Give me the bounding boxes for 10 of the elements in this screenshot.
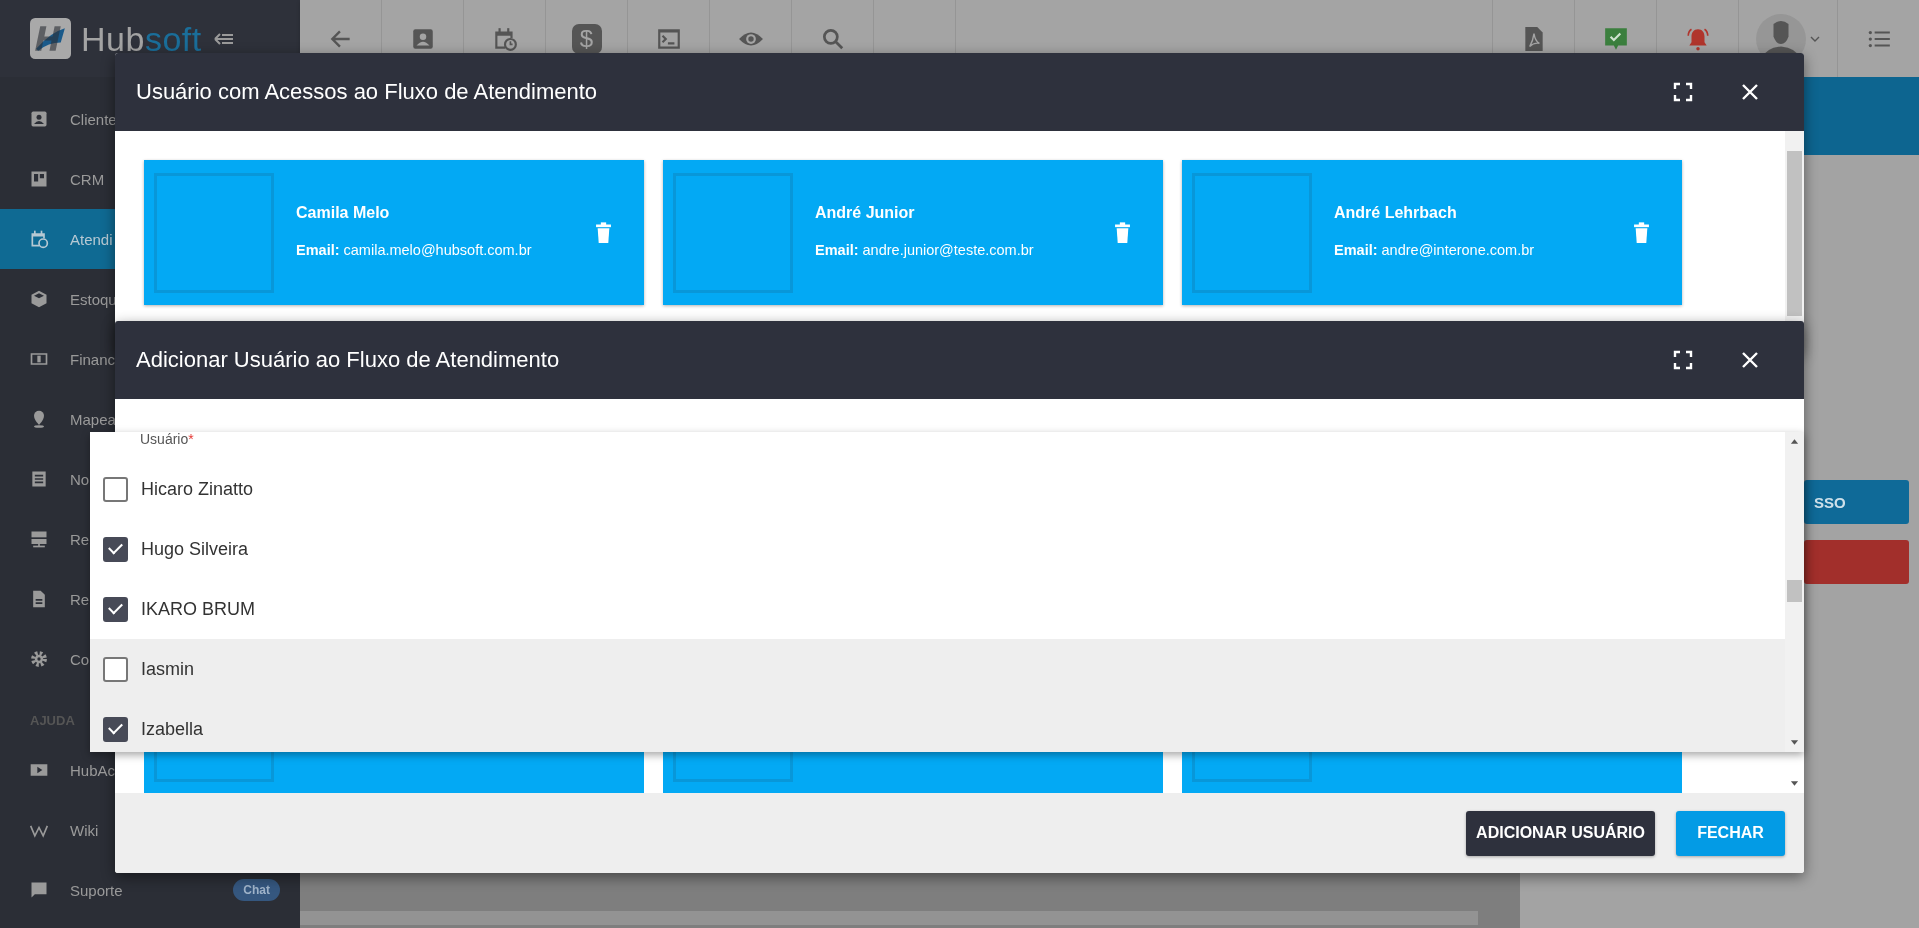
user-name: Camila Melo <box>296 204 391 222</box>
user-email: Email: andre@interone.com.br <box>1334 241 1536 260</box>
logo-text: Hubsoft <box>81 21 202 56</box>
user-name: André Lehrbach <box>1334 204 1458 222</box>
field-label: Usuário* <box>138 432 196 446</box>
user-email: Email: camila.melo@hubsoft.com.br <box>296 241 533 260</box>
user-name: André Junior <box>815 204 916 222</box>
dialog-title: Adicionar Usuário ao Fluxo de Atendimento <box>136 347 561 373</box>
user-email: Email: andre.junior@teste.com.br <box>815 241 1035 260</box>
dialog-title: Usuário com Acessos ao Fluxo de Atendimento <box>136 79 599 105</box>
